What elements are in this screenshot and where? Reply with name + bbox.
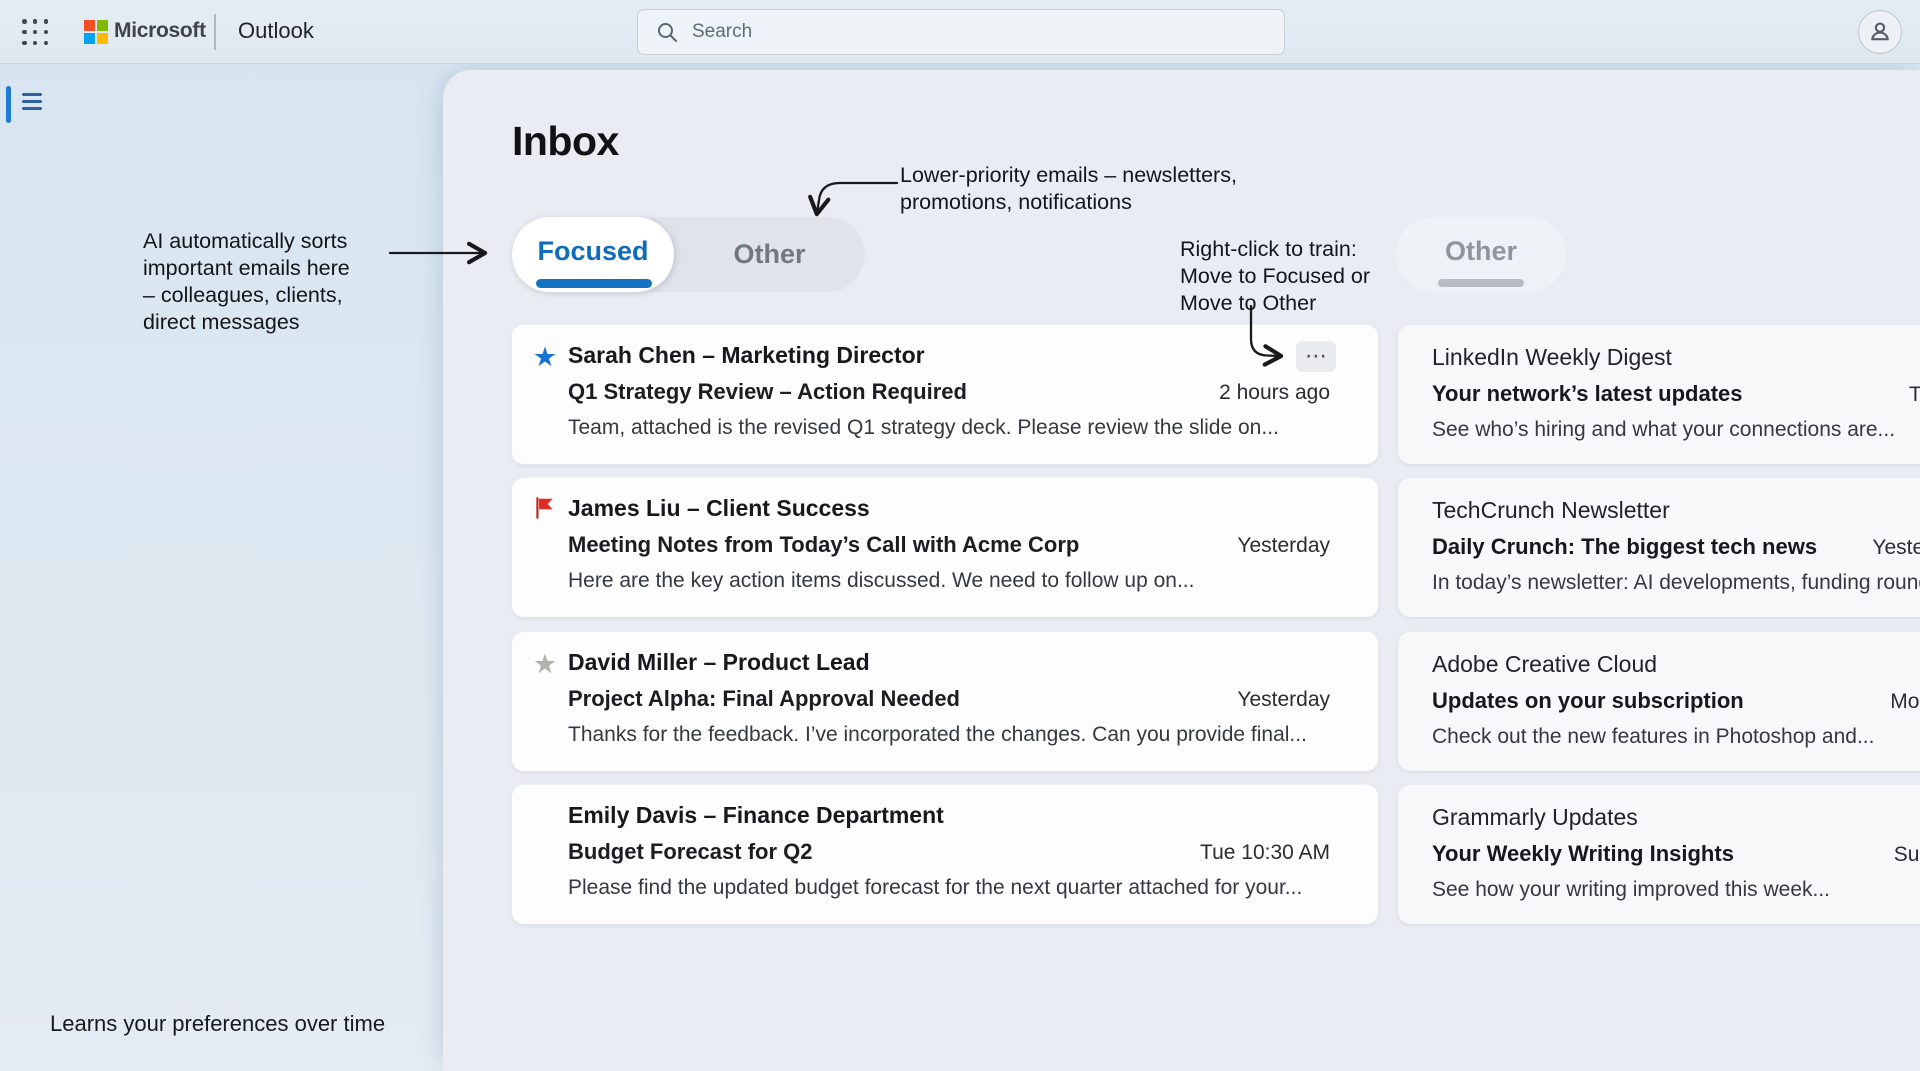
outlook-window: Microsoft Outlook Inbox Focused Other bbox=[0, 0, 1920, 1071]
tab-focused-underline bbox=[536, 279, 652, 288]
annotation-line: Right-click to train: bbox=[1180, 236, 1370, 263]
email-card-linkedin[interactable]: LinkedIn Weekly Digest Your network’s la… bbox=[1398, 325, 1920, 464]
annotation-footer: Learns your preferences over time bbox=[50, 1011, 385, 1037]
tab-focused-label: Focused bbox=[537, 236, 648, 267]
email-preview: Team, attached is the revised Q1 strateg… bbox=[568, 416, 1279, 440]
email-time: Yesterday bbox=[1237, 534, 1330, 558]
email-time: Today bbox=[1909, 383, 1920, 407]
email-subject: Updates on your subscription bbox=[1432, 688, 1744, 714]
email-preview: Thanks for the feedback. I’ve incorporat… bbox=[568, 723, 1307, 747]
annotation-line: Move to Focused or bbox=[1180, 263, 1370, 290]
tab-other-label: Other bbox=[733, 239, 805, 270]
microsoft-logo-icon bbox=[84, 20, 108, 44]
email-preview: See how your writing improved this week.… bbox=[1432, 878, 1830, 902]
more-options-button[interactable]: ⋯ bbox=[1296, 341, 1336, 372]
email-card-sarah-chen[interactable]: ★ Sarah Chen – Marketing Director Q1 Str… bbox=[512, 325, 1378, 464]
email-sender: TechCrunch Newsletter bbox=[1432, 497, 1670, 524]
email-time: 2 hours ago bbox=[1219, 381, 1330, 405]
annotation-line: promotions, notifications bbox=[900, 189, 1237, 216]
tab-focused[interactable]: Focused bbox=[512, 217, 674, 292]
search-icon bbox=[656, 21, 678, 43]
email-preview: Check out the new features in Photoshop … bbox=[1432, 725, 1874, 749]
email-sender: LinkedIn Weekly Digest bbox=[1432, 344, 1672, 371]
email-time: Monday bbox=[1890, 690, 1920, 714]
email-sender: Sarah Chen – Marketing Director bbox=[568, 342, 925, 369]
microsoft-wordmark: Microsoft bbox=[114, 19, 206, 43]
page-title: Inbox bbox=[512, 118, 619, 165]
annotation-line: important emails here bbox=[143, 255, 350, 282]
app-launcher-icon[interactable] bbox=[22, 19, 49, 46]
hamburger-menu-icon[interactable] bbox=[22, 93, 42, 110]
annotation-line: Move to Other bbox=[1180, 290, 1370, 317]
annotation-line: – colleagues, clients, bbox=[143, 282, 350, 309]
email-card-grammarly[interactable]: Grammarly Updates Your Weekly Writing In… bbox=[1398, 785, 1920, 924]
email-card-emily-davis[interactable]: Emily Davis – Finance Department Budget … bbox=[512, 785, 1378, 924]
email-card-adobe[interactable]: Adobe Creative Cloud Updates on your sub… bbox=[1398, 632, 1920, 771]
email-time: Sunday bbox=[1894, 843, 1920, 867]
top-bar: Microsoft Outlook bbox=[0, 0, 1920, 64]
tab-other-column-underline bbox=[1438, 279, 1524, 287]
email-subject: Daily Crunch: The biggest tech news bbox=[1432, 534, 1817, 560]
email-preview: In today’s newsletter: AI developments, … bbox=[1432, 571, 1920, 595]
email-card-james-liu[interactable]: James Liu – Client Success Meeting Notes… bbox=[512, 478, 1378, 617]
star-icon[interactable]: ★ bbox=[530, 342, 560, 372]
annotation-right-click-train: Right-click to train: Move to Focused or… bbox=[1180, 236, 1370, 317]
email-time: Yesterday bbox=[1237, 688, 1330, 712]
annotation-other-tab: Lower-priority emails – newsletters, pro… bbox=[900, 162, 1237, 216]
email-subject: Meeting Notes from Today’s Call with Acm… bbox=[568, 532, 1079, 558]
email-card-david-miller[interactable]: ★ David Miller – Product Lead Project Al… bbox=[512, 632, 1378, 771]
email-card-techcrunch[interactable]: TechCrunch Newsletter Daily Crunch: The … bbox=[1398, 478, 1920, 617]
email-preview: Please find the updated budget forecast … bbox=[568, 876, 1302, 900]
tab-other-column-label: Other bbox=[1445, 236, 1517, 267]
inbox-tab-switch: Focused Other bbox=[512, 217, 865, 292]
tab-other-column[interactable]: Other bbox=[1396, 217, 1566, 292]
topbar-divider bbox=[214, 14, 216, 50]
annotation-line: AI automatically sorts bbox=[143, 228, 350, 255]
email-sender: David Miller – Product Lead bbox=[568, 649, 870, 676]
email-preview: Here are the key action items discussed.… bbox=[568, 569, 1194, 593]
annotation-line: direct messages bbox=[143, 309, 350, 336]
tab-other[interactable]: Other bbox=[674, 217, 865, 292]
star-icon[interactable]: ★ bbox=[530, 649, 560, 679]
email-preview: See who’s hiring and what your connectio… bbox=[1432, 418, 1895, 442]
email-time: Yesterday bbox=[1872, 536, 1920, 560]
email-subject: Budget Forecast for Q2 bbox=[568, 839, 812, 865]
email-sender: Grammarly Updates bbox=[1432, 804, 1638, 831]
email-subject: Your network’s latest updates bbox=[1432, 381, 1743, 407]
account-button[interactable] bbox=[1858, 10, 1902, 54]
flag-icon[interactable] bbox=[530, 495, 560, 525]
annotation-focused: AI automatically sorts important emails … bbox=[143, 228, 350, 336]
search-input[interactable] bbox=[692, 21, 1252, 43]
app-title: Outlook bbox=[238, 18, 314, 44]
nav-accent-bar bbox=[6, 86, 11, 123]
search-bar[interactable] bbox=[637, 9, 1285, 55]
email-time: Tue 10:30 AM bbox=[1200, 841, 1330, 865]
email-sender: James Liu – Client Success bbox=[568, 495, 870, 522]
email-subject: Project Alpha: Final Approval Needed bbox=[568, 686, 960, 712]
annotation-line: Lower-priority emails – newsletters, bbox=[900, 162, 1237, 189]
person-icon bbox=[1867, 19, 1893, 45]
email-subject: Q1 Strategy Review – Action Required bbox=[568, 379, 967, 405]
email-sender: Emily Davis – Finance Department bbox=[568, 802, 944, 829]
email-subject: Your Weekly Writing Insights bbox=[1432, 841, 1734, 867]
email-sender: Adobe Creative Cloud bbox=[1432, 651, 1657, 678]
